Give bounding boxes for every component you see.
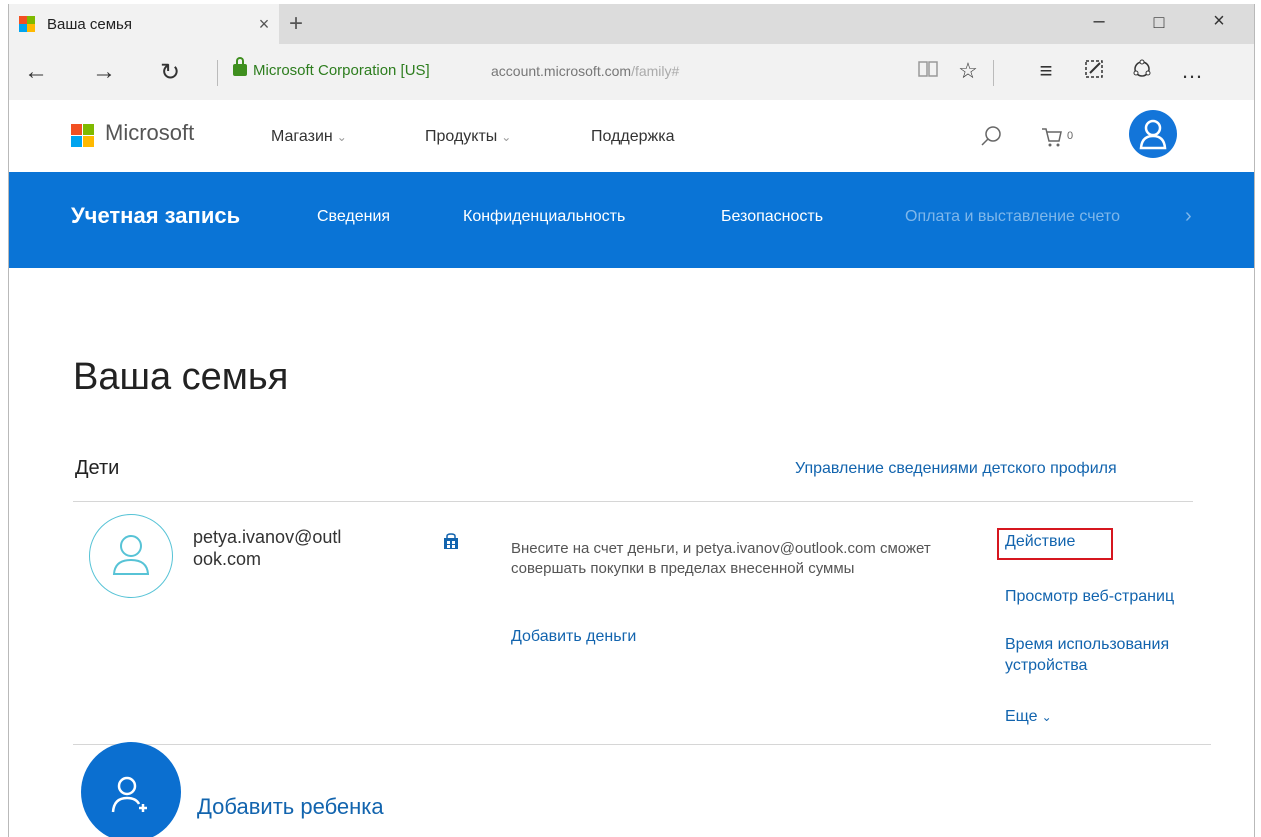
screen-time-link[interactable]: Время использования устройства	[1005, 634, 1225, 676]
nav-support[interactable]: Поддержка	[591, 128, 674, 146]
section-heading-children: Дети	[75, 457, 120, 479]
lock-icon	[233, 57, 247, 76]
nav-store[interactable]: Магазин ⌄	[271, 128, 347, 146]
favorites-star-icon[interactable]: ☆	[953, 58, 983, 84]
microsoft-favicon-icon	[19, 16, 35, 32]
url-path: /family#	[631, 63, 680, 79]
account-avatar[interactable]	[1129, 110, 1177, 158]
browsing-link[interactable]: Просмотр веб-страниц	[1005, 588, 1174, 606]
chevron-down-icon: ⌄	[336, 130, 347, 144]
back-icon[interactable]: ←	[21, 58, 51, 86]
url-field[interactable]: account.microsoft.com/family#	[491, 63, 679, 79]
maximize-icon[interactable]: □	[1139, 12, 1179, 33]
person-outline-icon	[112, 535, 150, 575]
chevron-down-icon: ⌄	[1041, 710, 1052, 724]
microsoft-header: Microsoft Магазин ⌄ Продукты ⌄ Поддержка 0	[9, 100, 1254, 172]
microsoft-logo-icon[interactable]	[71, 124, 94, 147]
child-email: petya.ivanov@outlook.com	[193, 527, 342, 569]
reading-view-icon[interactable]	[913, 58, 943, 86]
manage-child-profile-link[interactable]: Управление сведениями детского профиля	[795, 460, 1117, 478]
add-person-icon	[111, 776, 147, 813]
nav-support-label: Поддержка	[591, 128, 675, 145]
url-domain: account.microsoft.com	[491, 63, 632, 79]
cart-icon[interactable]	[1041, 126, 1063, 153]
more-icon[interactable]: …	[1177, 58, 1207, 84]
hub-icon[interactable]: ≡	[1031, 58, 1061, 84]
add-money-info-text: Внесите на счет деньги, и petya.ivanov@o…	[511, 540, 931, 577]
chevron-down-icon: ⌄	[501, 130, 512, 144]
account-nav-security[interactable]: Безопасность	[721, 208, 823, 226]
person-icon	[1139, 119, 1167, 150]
search-icon[interactable]	[979, 124, 1003, 153]
add-money-link[interactable]: Добавить деньги	[511, 628, 636, 646]
store-icon	[443, 533, 459, 549]
close-window-icon[interactable]: ×	[1199, 10, 1239, 33]
add-child-avatar[interactable]	[81, 742, 181, 837]
account-nav-title[interactable]: Учетная запись	[71, 203, 240, 229]
new-tab-icon[interactable]: +	[289, 10, 303, 38]
child-avatar[interactable]	[89, 514, 173, 598]
forward-icon[interactable]: →	[89, 58, 119, 86]
account-nav-billing[interactable]: Оплата и выставление счето	[905, 208, 1120, 226]
address-bar: ← → ↻ Microsoft Corporation [US] account…	[9, 44, 1254, 101]
nav-products-label: Продукты	[425, 128, 498, 145]
refresh-icon[interactable]: ↻	[155, 58, 185, 87]
account-nav-privacy[interactable]: Конфиденциальность	[463, 208, 625, 226]
microsoft-logo-text[interactable]: Microsoft	[105, 120, 194, 146]
highlight-box	[997, 528, 1113, 560]
page-title: Ваша семья	[73, 356, 289, 398]
tab-close-icon[interactable]: ×	[249, 14, 279, 35]
account-nav-info[interactable]: Сведения	[317, 208, 390, 226]
tab-bar: Ваша семья × + – □ ×	[9, 4, 1254, 44]
more-actions-link[interactable]: Еще ⌄	[1005, 708, 1052, 726]
toolbar-divider	[217, 60, 218, 86]
nav-store-label: Магазин	[271, 128, 333, 145]
tab-active[interactable]: Ваша семья ×	[9, 4, 279, 44]
more-actions-label: Еще	[1005, 708, 1038, 725]
minimize-icon[interactable]: –	[1079, 10, 1119, 33]
divider	[73, 501, 1193, 502]
web-note-icon[interactable]	[1079, 58, 1109, 86]
tab-title: Ваша семья	[47, 15, 132, 33]
add-child-link[interactable]: Добавить ребенка	[197, 794, 384, 820]
chevron-right-icon[interactable]: ›	[1185, 205, 1192, 228]
certificate-name[interactable]: Microsoft Corporation [US]	[253, 62, 430, 79]
toolbar-divider	[993, 60, 994, 86]
divider	[73, 744, 1211, 745]
cart-count: 0	[1067, 130, 1074, 142]
browser-window: Ваша семья × + – □ × ← → ↻ Microsoft Cor…	[8, 4, 1255, 837]
share-icon[interactable]	[1127, 58, 1157, 86]
account-nav-bar: Учетная запись Сведения Конфиденциальнос…	[9, 172, 1254, 268]
nav-products[interactable]: Продукты ⌄	[425, 128, 511, 146]
